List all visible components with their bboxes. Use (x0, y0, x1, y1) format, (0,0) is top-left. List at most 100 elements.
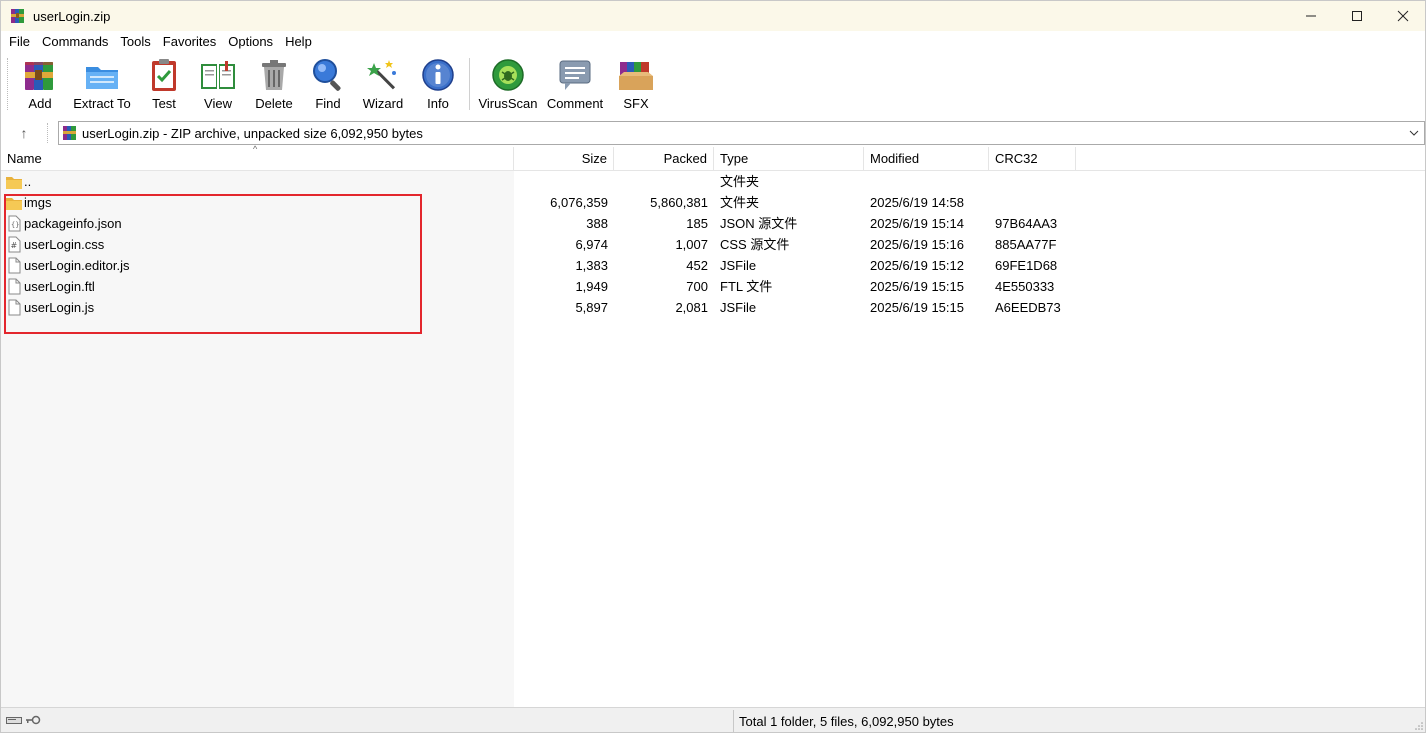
test-clipboard-icon (152, 59, 176, 91)
virusscan-button[interactable]: VirusScan (478, 56, 538, 114)
find-label: Find (315, 96, 341, 111)
resize-grip-icon[interactable] (1414, 721, 1424, 731)
title-bar: userLogin.zip (1, 1, 1425, 31)
column-header-modified[interactable]: Modified (864, 147, 989, 171)
status-divider (733, 710, 734, 732)
file-packed: 700 (686, 279, 708, 294)
address-bar[interactable]: userLogin.zip - ZIP archive, unpacked si… (58, 121, 1425, 145)
address-text: userLogin.zip - ZIP archive, unpacked si… (82, 126, 423, 141)
status-text: Total 1 folder, 5 files, 6,092,950 bytes (739, 714, 954, 729)
file-crc: 97B64AA3 (995, 216, 1058, 231)
up-one-level-button[interactable]: ↑ (13, 123, 35, 143)
delete-button[interactable]: Delete (253, 56, 295, 114)
menu-help[interactable]: Help (279, 31, 318, 52)
menu-file[interactable]: File (3, 31, 36, 52)
column-header-size[interactable]: Size (514, 147, 614, 171)
minimize-button[interactable] (1288, 1, 1334, 31)
file-name: userLogin.ftl (24, 279, 95, 294)
file-size: 1,383 (575, 258, 608, 273)
file-packed: 185 (686, 216, 708, 231)
test-button[interactable]: Test (144, 56, 184, 114)
chevron-down-icon (1409, 130, 1419, 136)
file-packed: 2,081 (675, 300, 708, 315)
toolbar-grip[interactable] (7, 58, 10, 110)
menu-options[interactable]: Options (222, 31, 279, 52)
file-name: imgs (24, 195, 52, 210)
menu-favorites[interactable]: Favorites (157, 31, 222, 52)
info-label: Info (427, 96, 449, 111)
zip-archive-icon (63, 126, 76, 140)
sfx-box-icon (619, 62, 653, 90)
table-row[interactable]: imgs 6,076,359 5,860,381 文件夹 2025/6/19 1… (1, 192, 1425, 213)
file-name: userLogin.js (24, 300, 95, 315)
table-row[interactable]: userLogin.js 5,897 2,081 JSFile 2025/6/1… (1, 297, 1425, 318)
file-size: 6,974 (575, 237, 608, 252)
menu-tools[interactable]: Tools (114, 31, 156, 52)
column-header-type[interactable]: Type (714, 147, 864, 171)
magnifier-icon (313, 59, 341, 91)
column-crc-label: CRC32 (995, 151, 1038, 166)
file-packed: 1,007 (675, 237, 708, 252)
column-header-name[interactable]: Name ^ (1, 144, 514, 171)
sfx-button[interactable]: SFX (615, 56, 657, 114)
close-icon (1397, 10, 1409, 22)
status-bar: Total 1 folder, 5 files, 6,092,950 bytes (1, 707, 1425, 732)
table-row[interactable]: {} packageinfo.json 388 185 JSON 源文件 202… (1, 213, 1425, 234)
address-dropdown-button[interactable] (1407, 125, 1421, 141)
extract-folder-icon (86, 67, 118, 89)
file-modified: 2025/6/19 15:16 (870, 237, 964, 252)
column-header-crc32[interactable]: CRC32 (989, 147, 1076, 171)
window-title: userLogin.zip (33, 9, 111, 24)
wizard-label: Wizard (362, 96, 404, 111)
add-label: Add (28, 96, 52, 111)
toolbar: Add Extract To Test View Delete Find Wiz… (1, 52, 1425, 116)
find-button[interactable]: Find (308, 56, 348, 114)
file-type: JSFile (720, 300, 757, 315)
file-type: 文件夹 (720, 174, 760, 189)
maximize-button[interactable] (1334, 1, 1380, 31)
maximize-icon (1352, 11, 1362, 21)
file-type: FTL 文件 (720, 279, 773, 294)
drive-icon (6, 717, 22, 724)
comment-button[interactable]: Comment (546, 56, 604, 114)
comment-icon (559, 60, 591, 90)
close-button[interactable] (1380, 1, 1425, 31)
view-button[interactable]: View (196, 56, 240, 114)
file-type: JSON 源文件 (720, 216, 798, 231)
table-row[interactable]: userLogin.ftl 1,949 700 FTL 文件 2025/6/19… (1, 276, 1425, 297)
info-button[interactable]: Info (418, 56, 458, 114)
file-type: 文件夹 (720, 195, 760, 210)
file-crc (995, 171, 1075, 192)
parent-folder-row[interactable]: .. 文件夹 (1, 171, 1425, 192)
file-size (514, 171, 608, 192)
magic-wand-icon (367, 60, 396, 90)
column-packed-label: Packed (663, 151, 707, 166)
column-header-packed[interactable]: Packed (614, 147, 714, 171)
file-modified: 2025/6/19 15:14 (870, 216, 964, 231)
table-row[interactable]: # userLogin.css 6,974 1,007 CSS 源文件 2025… (1, 234, 1425, 255)
menu-commands[interactable]: Commands (36, 31, 114, 52)
wizard-button[interactable]: Wizard (361, 56, 405, 114)
file-crc: A6EEDB73 (995, 300, 1061, 315)
file-type: CSS 源文件 (720, 237, 790, 252)
file-crc: 4E550333 (995, 279, 1055, 294)
file-name: userLogin.editor.js (24, 258, 130, 273)
file-modified: 2025/6/19 14:58 (870, 195, 964, 210)
address-row: ↑ userLogin.zip - ZIP archive, unpacked … (1, 119, 1425, 147)
table-row[interactable]: userLogin.editor.js 1,383 452 JSFile 202… (1, 255, 1425, 276)
file-packed (614, 171, 708, 192)
add-button[interactable]: Add (20, 56, 60, 114)
test-label: Test (152, 96, 176, 111)
file-modified: 2025/6/19 15:15 (870, 300, 964, 315)
folder-icon (6, 198, 22, 210)
folder-icon (6, 177, 22, 189)
file-type: JSFile (720, 258, 757, 273)
extract-to-button[interactable]: Extract To (71, 56, 133, 114)
delete-label: Delete (255, 96, 293, 111)
column-size-label: Size (581, 151, 607, 166)
minimize-icon (1306, 15, 1316, 17)
winrar-window: userLogin.zip File Commands Tools Favori… (0, 0, 1426, 733)
file-crc: 885AA77F (995, 237, 1057, 252)
trash-icon (262, 60, 286, 90)
virusscan-label: VirusScan (478, 96, 538, 111)
